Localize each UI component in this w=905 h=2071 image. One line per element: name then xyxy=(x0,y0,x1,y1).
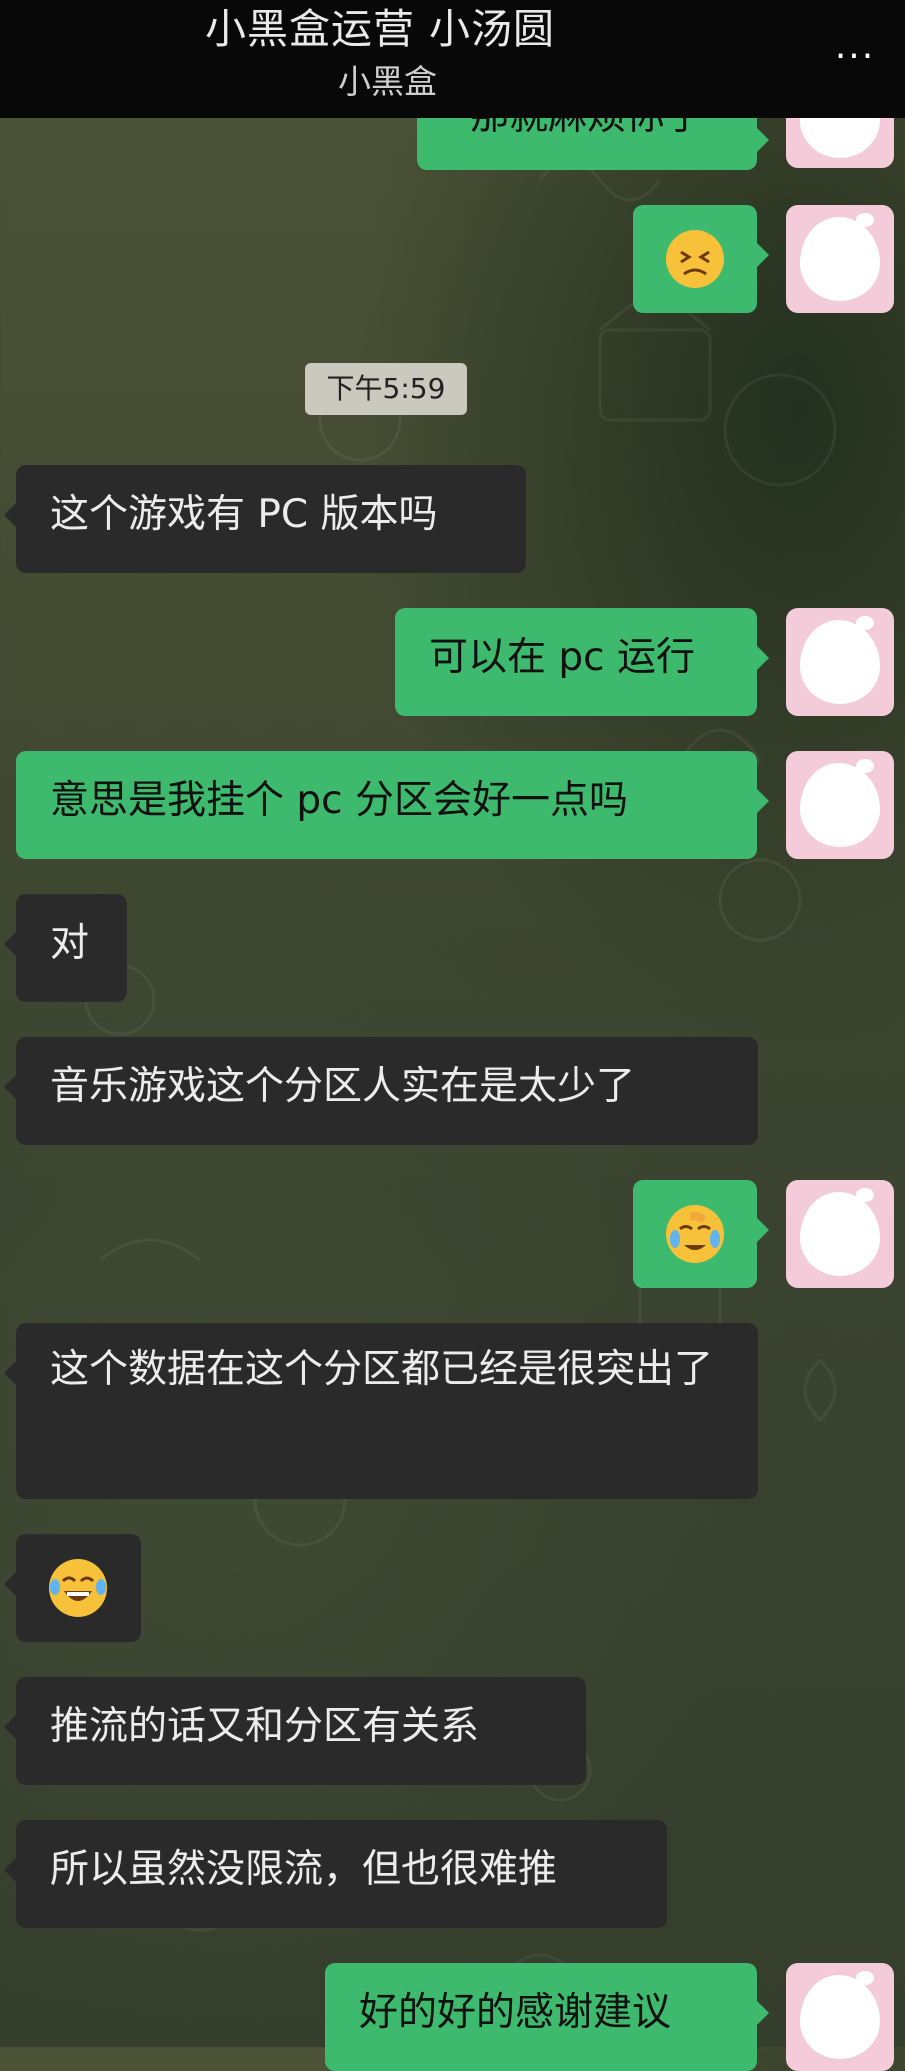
message-incoming-emoji[interactable] xyxy=(4,1534,141,1642)
tears-of-joy-emoji xyxy=(49,1559,107,1617)
message-outgoing[interactable]: 可以在 pc 运行 xyxy=(395,608,769,716)
message-incoming[interactable]: 音乐游戏这个分区人实在是太少了 xyxy=(4,1037,758,1145)
message-text: 音乐游戏这个分区人实在是太少了 xyxy=(50,1064,636,1109)
persevering-face-emoji xyxy=(666,230,724,288)
message-outgoing[interactable]: 好的好的感谢建议 xyxy=(325,1963,769,2071)
timestamp-divider: 下午5:59 xyxy=(305,363,467,415)
face-palm-tears-emoji xyxy=(666,1205,724,1263)
my-avatar[interactable] xyxy=(786,751,894,859)
message-outgoing-emoji[interactable] xyxy=(633,1180,769,1288)
my-avatar[interactable] xyxy=(786,205,894,313)
message-text: 所以虽然没限流，但也很难推 xyxy=(50,1847,558,1892)
message-text: 这个游戏有 PC 版本吗 xyxy=(50,492,438,537)
message-text: 推流的话又和分区有关系 xyxy=(50,1704,480,1749)
my-avatar[interactable] xyxy=(786,1963,894,2071)
message-text: 这个数据在这个分区都已经是很突出了 xyxy=(50,1347,714,1392)
message-incoming[interactable]: 这个游戏有 PC 版本吗 xyxy=(4,465,526,573)
my-avatar[interactable] xyxy=(786,608,894,716)
message-incoming[interactable]: 推流的话又和分区有关系 xyxy=(4,1677,586,1785)
message-text: 好的好的感谢建议 xyxy=(359,1990,672,2035)
message-incoming[interactable]: 这个数据在这个分区都已经是很突出了 xyxy=(4,1323,758,1499)
chat-title: 小黑盒运营 小汤圆 xyxy=(204,5,556,53)
message-text: 可以在 pc 运行 xyxy=(429,635,695,680)
more-options-icon[interactable]: ··· xyxy=(825,32,885,82)
chat-header: 小黑盒运营 小汤圆 小黑盒 ··· xyxy=(0,0,905,118)
chat-subtitle: 小黑盒 xyxy=(338,62,437,101)
message-outgoing[interactable]: 意思是我挂个 pc 分区会好一点吗 xyxy=(16,751,769,859)
message-text: 意思是我挂个 pc 分区会好一点吗 xyxy=(50,778,628,823)
my-avatar[interactable] xyxy=(786,1180,894,1288)
message-outgoing-emoji[interactable] xyxy=(633,205,769,313)
message-incoming[interactable]: 对 xyxy=(4,894,127,1002)
message-incoming[interactable]: 所以虽然没限流，但也很难推 xyxy=(4,1820,667,1928)
message-text: 对 xyxy=(50,921,90,966)
